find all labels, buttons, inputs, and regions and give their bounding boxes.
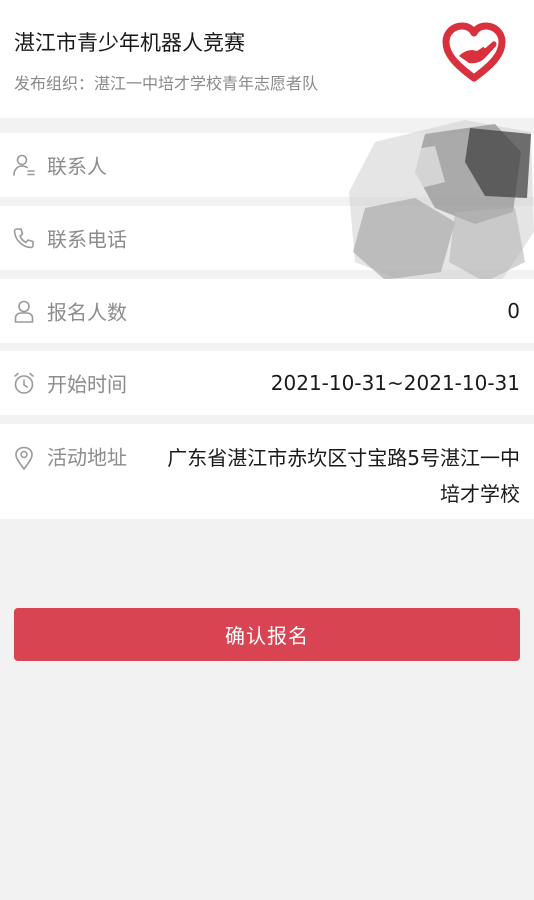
phone-label: 联系电话 [47, 227, 127, 252]
start-time-row: 开始时间 2021-10-31~2021-10-31 [0, 351, 534, 415]
event-header: 湛江市青少年机器人竞赛 发布组织：湛江一中培才学校青年志愿者队 [0, 0, 534, 118]
address-row: 活动地址 广东省湛江市赤坎区寸宝路5号湛江一中培才学校 [0, 424, 534, 519]
confirm-signup-button[interactable]: 确认报名 [14, 608, 520, 661]
user-icon [12, 153, 36, 177]
person-icon [12, 299, 36, 323]
signup-count-value: 0 [507, 299, 520, 323]
publisher-text: 发布组织：湛江一中培才学校青年志愿者队 [14, 74, 319, 93]
signup-count-row: 报名人数 0 [0, 279, 534, 343]
contact-label: 联系人 [47, 154, 107, 179]
event-title: 湛江市青少年机器人竞赛 [14, 31, 245, 55]
address-value: 广东省湛江市赤坎区寸宝路5号湛江一中培才学校 [167, 446, 520, 506]
phone-icon [12, 226, 36, 250]
address-label: 活动地址 [47, 445, 127, 470]
start-time-label: 开始时间 [47, 372, 127, 397]
signup-count-label: 报名人数 [47, 300, 127, 325]
location-pin-icon [12, 446, 36, 471]
alarm-clock-icon [12, 371, 36, 395]
volunteer-heart-hand-icon [441, 20, 507, 86]
start-time-value: 2021-10-31~2021-10-31 [270, 371, 520, 395]
ink-texture-decoration [349, 120, 534, 290]
